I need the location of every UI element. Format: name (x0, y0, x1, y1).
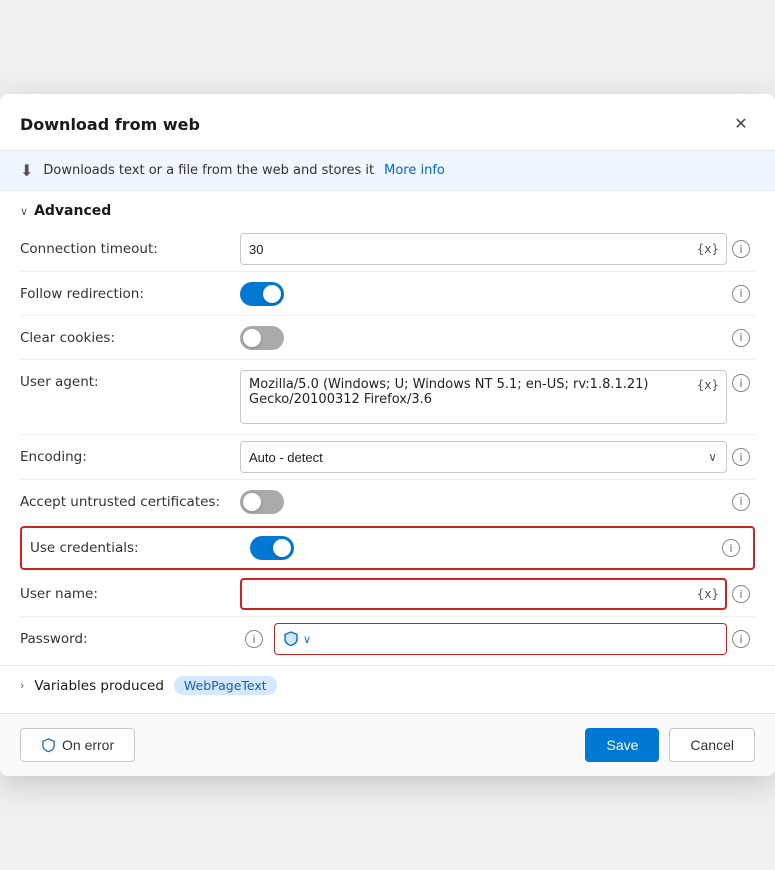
dialog: Download from web ✕ ⬇ Downloads text or … (0, 94, 775, 776)
password-label: Password: (20, 631, 240, 647)
user-agent-input[interactable]: Mozilla/5.0 (Windows; U; Windows NT 5.1;… (240, 370, 727, 424)
more-info-link[interactable]: More info (384, 163, 445, 178)
dialog-title: Download from web (20, 115, 200, 134)
variables-section: › Variables produced WebPageText (0, 665, 775, 705)
clear-cookies-label: Clear cookies: (20, 330, 240, 346)
footer-left: On error (20, 728, 575, 762)
encoding-row: Encoding: Auto - detect UTF-8 ASCII ISO-… (20, 435, 755, 480)
encoding-info-icon[interactable]: i (732, 448, 750, 466)
user-agent-input-wrapper: Mozilla/5.0 (Windows; U; Windows NT 5.1;… (240, 370, 727, 424)
user-name-label: User name: (20, 586, 240, 602)
user-name-input-wrapper: {x} (240, 578, 727, 610)
use-credentials-toggle[interactable] (250, 536, 294, 560)
user-agent-info[interactable]: i (727, 370, 755, 392)
form-rows: Connection timeout: {x} i Follow redirec… (0, 227, 775, 661)
user-agent-control: Mozilla/5.0 (Windows; U; Windows NT 5.1;… (240, 370, 727, 424)
use-credentials-control (250, 536, 717, 560)
scroll-area: ∨ Advanced Connection timeout: {x} i (0, 191, 775, 713)
use-credentials-info[interactable]: i (717, 539, 745, 557)
footer: On error Save Cancel (0, 713, 775, 776)
toggle-track[interactable] (240, 490, 284, 514)
follow-redirection-label: Follow redirection: (20, 286, 240, 302)
shield-outline-icon (41, 738, 56, 753)
use-credentials-label: Use credentials: (30, 540, 250, 556)
variables-label: Variables produced (34, 678, 164, 694)
encoding-label: Encoding: (20, 449, 240, 465)
toggle-thumb (263, 285, 281, 303)
user-agent-row: User agent: Mozilla/5.0 (Windows; U; Win… (20, 360, 755, 435)
info-banner-text: Downloads text or a file from the web an… (43, 163, 374, 178)
follow-redirection-info[interactable]: i (727, 285, 755, 303)
clear-cookies-row: Clear cookies: i (20, 316, 755, 360)
follow-redirection-row: Follow redirection: i (20, 272, 755, 316)
toggle-thumb (243, 329, 261, 347)
password-row: Password: i ∨ (20, 617, 755, 661)
password-chevron-icon: ∨ (303, 633, 311, 646)
user-agent-info-icon[interactable]: i (732, 374, 750, 392)
connection-timeout-input-wrapper: {x} (240, 233, 727, 265)
clear-cookies-control (240, 326, 727, 350)
password-info[interactable]: i (727, 630, 755, 648)
connection-timeout-control: {x} (240, 233, 727, 265)
save-label: Save (606, 737, 638, 753)
encoding-select-wrapper: Auto - detect UTF-8 ASCII ISO-8859-1 ∨ (240, 441, 727, 473)
toggle-track[interactable] (250, 536, 294, 560)
variables-chevron-icon[interactable]: › (20, 679, 24, 692)
user-name-row: User name: {x} i (20, 572, 755, 617)
toggle-track[interactable] (240, 326, 284, 350)
follow-redirection-toggle[interactable] (240, 282, 284, 306)
connection-timeout-input[interactable] (240, 233, 727, 265)
connection-timeout-label: Connection timeout: (20, 241, 240, 257)
variable-badge: WebPageText (174, 676, 277, 695)
advanced-section-header[interactable]: ∨ Advanced (0, 191, 775, 227)
password-control: ∨ (274, 623, 727, 655)
accept-untrusted-info-icon[interactable]: i (732, 493, 750, 511)
save-button[interactable]: Save (585, 728, 659, 762)
password-input[interactable] (319, 623, 727, 655)
user-name-input[interactable] (240, 578, 727, 610)
connection-timeout-info-icon[interactable]: i (732, 240, 750, 258)
toggle-thumb (273, 539, 291, 557)
accept-untrusted-info[interactable]: i (727, 493, 755, 511)
follow-redirection-info-icon[interactable]: i (732, 285, 750, 303)
connection-timeout-info[interactable]: i (727, 240, 755, 258)
on-error-label: On error (62, 737, 114, 753)
follow-redirection-control (240, 282, 727, 306)
advanced-chevron-icon: ∨ (20, 205, 28, 218)
accept-untrusted-label: Accept untrusted certificates: (20, 494, 240, 510)
shield-icon (283, 631, 299, 647)
cancel-label: Cancel (690, 737, 734, 753)
title-bar: Download from web ✕ (0, 94, 775, 151)
accept-untrusted-toggle[interactable] (240, 490, 284, 514)
info-banner: ⬇ Downloads text or a file from the web … (0, 151, 775, 191)
use-credentials-row: Use credentials: i (20, 526, 755, 570)
encoding-control: Auto - detect UTF-8 ASCII ISO-8859-1 ∨ (240, 441, 727, 473)
password-group: ∨ (274, 623, 727, 655)
encoding-select[interactable]: Auto - detect UTF-8 ASCII ISO-8859-1 (240, 441, 727, 473)
connection-timeout-row: Connection timeout: {x} i (20, 227, 755, 272)
close-button[interactable]: ✕ (727, 110, 755, 138)
toggle-thumb (243, 493, 261, 511)
user-name-info[interactable]: i (727, 585, 755, 603)
download-icon: ⬇ (20, 161, 33, 180)
user-agent-label: User agent: (20, 370, 240, 390)
password-label-info-icon[interactable]: i (245, 630, 263, 648)
clear-cookies-toggle[interactable] (240, 326, 284, 350)
use-credentials-info-icon[interactable]: i (722, 539, 740, 557)
password-selector-button[interactable]: ∨ (274, 623, 319, 655)
accept-untrusted-control (240, 490, 727, 514)
advanced-section-label: Advanced (34, 203, 111, 219)
user-name-info-icon[interactable]: i (732, 585, 750, 603)
on-error-button[interactable]: On error (20, 728, 135, 762)
toggle-track[interactable] (240, 282, 284, 306)
password-label-info[interactable]: i (240, 630, 268, 648)
clear-cookies-info[interactable]: i (727, 329, 755, 347)
encoding-info[interactable]: i (727, 448, 755, 466)
clear-cookies-info-icon[interactable]: i (732, 329, 750, 347)
password-info-icon[interactable]: i (732, 630, 750, 648)
user-name-control: {x} (240, 578, 727, 610)
accept-untrusted-row: Accept untrusted certificates: i (20, 480, 755, 524)
cancel-button[interactable]: Cancel (669, 728, 755, 762)
